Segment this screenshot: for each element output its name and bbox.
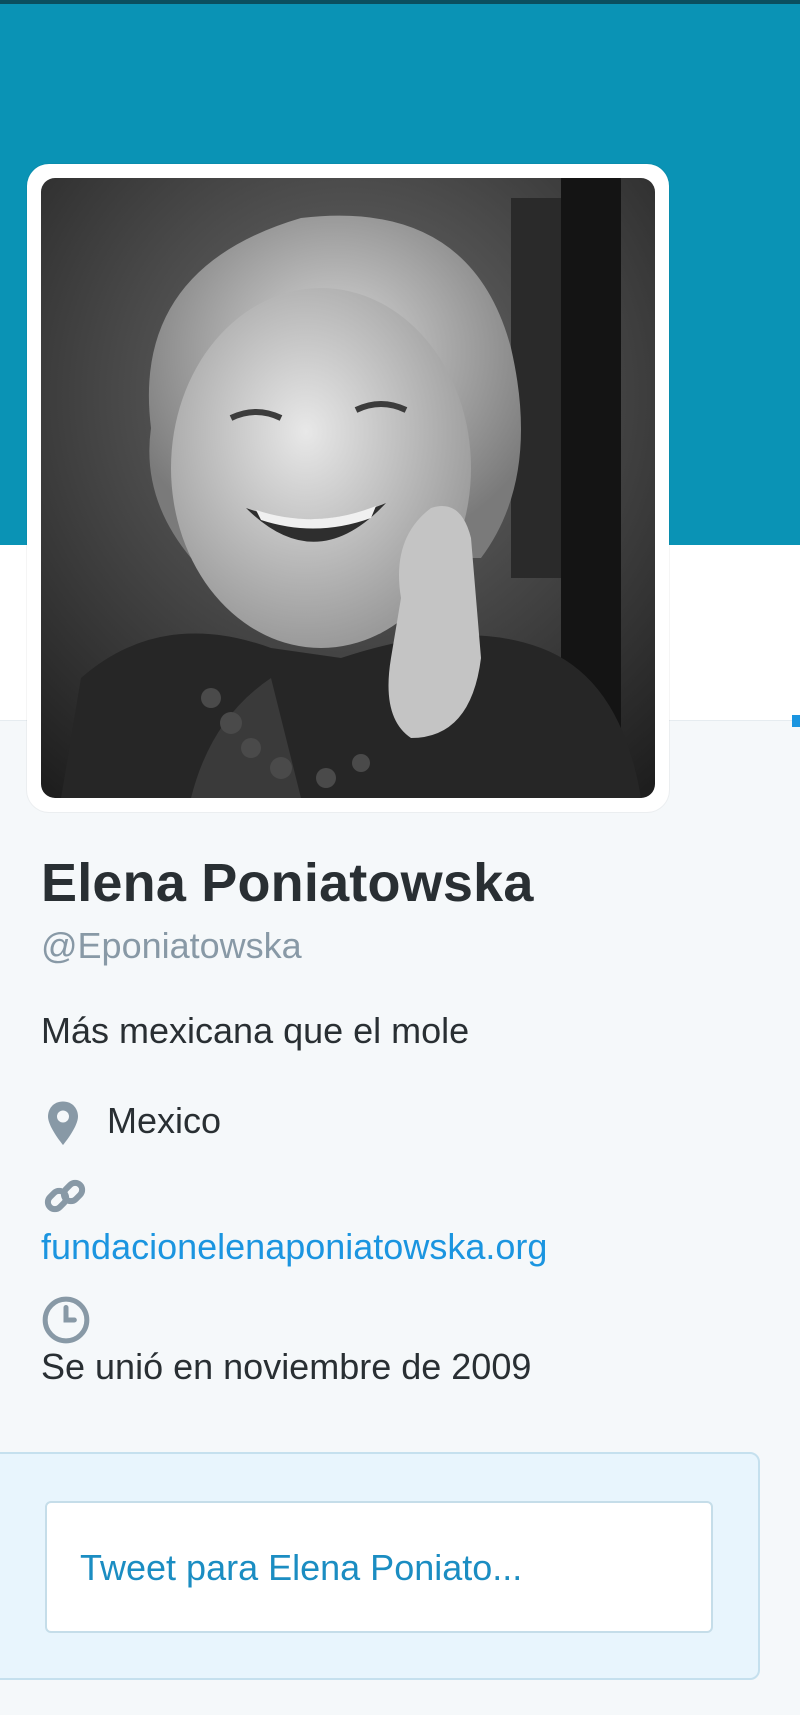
profile-website-link[interactable]: fundacionelenaponiatowska.org xyxy=(41,1226,547,1268)
link-icon xyxy=(44,1179,86,1213)
clock-icon xyxy=(42,1296,90,1344)
profile-handle[interactable]: @Eponiatowska xyxy=(41,925,302,967)
tweet-to-placeholder: Tweet para Elena Poniato... xyxy=(80,1547,523,1588)
profile-join-date: Se unió en noviembre de 2009 xyxy=(41,1346,532,1387)
edge-accent xyxy=(792,715,800,727)
profile-avatar-frame[interactable] xyxy=(27,164,669,812)
avatar[interactable] xyxy=(41,178,655,798)
profile-name[interactable]: Elena Poniatowska xyxy=(41,852,534,914)
profile-bio: Más mexicana que el mole xyxy=(41,1010,470,1051)
profile-location-text: Mexico xyxy=(107,1100,222,1141)
map-pin-icon xyxy=(48,1101,78,1145)
tweet-to-input[interactable]: Tweet para Elena Poniato... xyxy=(45,1501,713,1633)
